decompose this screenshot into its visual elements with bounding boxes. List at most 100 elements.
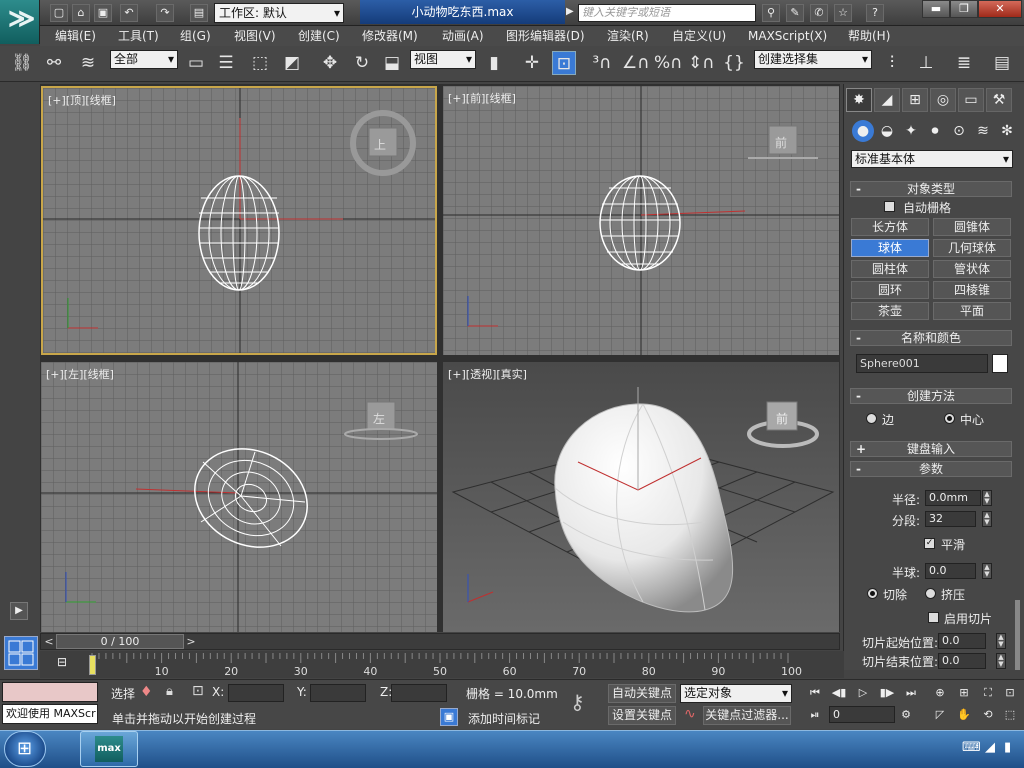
- rect-selection-icon[interactable]: ⬚: [248, 51, 272, 75]
- maximize-viewport-icon[interactable]: ⬚: [1000, 706, 1020, 723]
- layer-manager-icon[interactable]: ≣: [952, 51, 976, 75]
- search-arrow-icon[interactable]: ▶: [566, 6, 574, 17]
- viewport-top-label[interactable]: [+][顶][线框]: [48, 92, 116, 108]
- menu-help[interactable]: 帮助(H): [848, 26, 890, 46]
- smooth-checkbox[interactable]: ✓: [924, 538, 935, 549]
- viewport-left-label[interactable]: [+][左][线框]: [46, 366, 114, 382]
- time-configuration-icon[interactable]: ⚙: [896, 706, 916, 723]
- menu-animation[interactable]: 动画(A): [442, 26, 484, 46]
- maxscript-listener-top[interactable]: [2, 682, 98, 702]
- edge-radio[interactable]: [866, 413, 877, 424]
- absolute-mode-icon[interactable]: ⊡: [192, 683, 204, 699]
- menu-create[interactable]: 创建(C): [298, 26, 340, 46]
- maxscript-listener-bottom[interactable]: 欢迎使用 MAXScr: [2, 704, 98, 724]
- graphite-tools-icon[interactable]: ▤: [990, 51, 1014, 75]
- next-frame-icon[interactable]: ▮▶: [877, 684, 897, 701]
- viewport-left[interactable]: 左 [+][左][线框]: [41, 362, 437, 632]
- viewport-perspective[interactable]: 前 [+][透视][真实]: [443, 362, 839, 632]
- command-panel-scrollbar[interactable]: [1015, 600, 1020, 670]
- maximize-button[interactable]: ❐: [950, 0, 978, 18]
- sphere-shaded-perspective[interactable]: [554, 403, 733, 613]
- teapot-button[interactable]: 茶壶: [851, 302, 929, 320]
- menu-graph-editors[interactable]: 图形编辑器(D): [506, 26, 585, 46]
- squash-radio[interactable]: [925, 588, 936, 599]
- snaps-toggle-icon[interactable]: ³∩: [590, 51, 614, 75]
- isolate-selection-icon[interactable]: ♦: [140, 684, 153, 700]
- name-color-rollout[interactable]: - 名称和颜色: [850, 330, 1012, 346]
- cameras-icon[interactable]: ⏺: [924, 120, 946, 142]
- window-crossing-icon[interactable]: ◩: [280, 51, 304, 75]
- x-coordinate-input[interactable]: [228, 684, 284, 702]
- viewport-front[interactable]: 前 [+][前][线框]: [443, 86, 839, 355]
- menu-maxscript[interactable]: MAXScript(X): [748, 26, 827, 46]
- move-icon[interactable]: ✥: [318, 51, 342, 75]
- parameters-rollout[interactable]: - 参数: [850, 461, 1012, 477]
- open-file-icon[interactable]: ⌂: [72, 4, 90, 22]
- segments-spinner[interactable]: ▲ ▼: [982, 511, 992, 527]
- link-icon[interactable]: ⛓: [10, 51, 34, 75]
- zoom-all-icon[interactable]: ⊞: [954, 684, 974, 701]
- play-icon[interactable]: ▷: [853, 684, 873, 701]
- tube-button[interactable]: 管状体: [933, 260, 1011, 278]
- scale-icon[interactable]: ⬓: [380, 51, 404, 75]
- minimize-button[interactable]: ▬: [922, 0, 950, 18]
- bind-spacewarp-icon[interactable]: ≋: [76, 51, 100, 75]
- slice-to-spinner[interactable]: ▲ ▼: [996, 653, 1006, 669]
- go-to-start-icon[interactable]: ⏮: [805, 684, 825, 701]
- menu-tools[interactable]: 工具(T): [118, 26, 159, 46]
- menu-views[interactable]: 视图(V): [234, 26, 276, 46]
- key-target-select[interactable]: 选定对象: [680, 684, 792, 703]
- start-button[interactable]: ⊞: [4, 731, 46, 767]
- workspace-select[interactable]: 工作区: 默认: [214, 3, 344, 23]
- close-button[interactable]: ✕: [978, 0, 1022, 18]
- expand-ribbon-icon[interactable]: ▶: [10, 602, 28, 620]
- plane-button[interactable]: 平面: [933, 302, 1011, 320]
- create-tab-icon[interactable]: ✸: [846, 88, 872, 112]
- keyboard-shortcut-toggle-icon[interactable]: ⊡: [552, 51, 576, 75]
- align-icon[interactable]: ⊥: [914, 51, 938, 75]
- communication-icon[interactable]: ✆: [810, 4, 828, 22]
- primitive-type-select[interactable]: 标准基本体: [851, 150, 1013, 168]
- slice-from-input[interactable]: 0.0: [938, 633, 986, 649]
- current-frame-input[interactable]: 0: [829, 706, 895, 723]
- selection-filter-select[interactable]: 全部: [110, 50, 178, 69]
- auto-key-button[interactable]: 自动关键点: [608, 684, 676, 703]
- angle-snap-icon[interactable]: ∠∩: [622, 51, 650, 75]
- hemisphere-spinner[interactable]: ▲ ▼: [982, 563, 992, 579]
- menu-edit[interactable]: 编辑(E): [55, 26, 96, 46]
- set-key-mode-icon[interactable]: ⚷: [570, 690, 585, 714]
- time-slider-thumb[interactable]: 0 / 100: [56, 634, 184, 649]
- unlink-icon[interactable]: ⚯: [42, 51, 66, 75]
- viewport-top[interactable]: 上 [+][顶][线框]: [41, 86, 437, 355]
- taskbar-3dsmax[interactable]: max: [80, 731, 138, 767]
- lights-icon[interactable]: ✦: [900, 120, 922, 142]
- pan-view-icon[interactable]: ✋: [954, 706, 974, 723]
- named-selection-set-select[interactable]: 创建选择集: [754, 50, 872, 69]
- keyboard-tray-icon[interactable]: ⌨: [962, 740, 981, 755]
- spinner-snap-icon[interactable]: ⇕∩: [688, 51, 715, 75]
- volume-tray-icon[interactable]: ◢: [985, 740, 995, 755]
- slice-from-spinner[interactable]: ▲ ▼: [996, 633, 1006, 649]
- keyboard-entry-rollout[interactable]: + 键盘输入: [850, 441, 1012, 457]
- pyramid-button[interactable]: 四棱锥: [933, 281, 1011, 299]
- display-tab-icon[interactable]: ▭: [958, 88, 984, 112]
- undo-icon[interactable]: ↶: [120, 4, 138, 22]
- shapes-icon[interactable]: ◒: [876, 120, 898, 142]
- segments-input[interactable]: 32: [925, 511, 976, 527]
- time-next-arrow-icon[interactable]: >: [184, 634, 198, 649]
- mirror-icon[interactable]: ⫶: [880, 51, 904, 75]
- pivot-center-icon[interactable]: ▮: [482, 51, 506, 75]
- systems-icon[interactable]: ✻: [996, 120, 1018, 142]
- mini-curve-editor-icon[interactable]: ⊟: [52, 655, 72, 671]
- network-tray-icon[interactable]: ▮: [1004, 740, 1011, 755]
- zoom-extents-all-icon[interactable]: ⊡: [1000, 684, 1020, 701]
- menu-rendering[interactable]: 渲染(R): [607, 26, 649, 46]
- new-file-icon[interactable]: ▢: [50, 4, 68, 22]
- select-by-name-icon[interactable]: ☰: [214, 51, 238, 75]
- box-button[interactable]: 长方体: [851, 218, 929, 236]
- redo-icon[interactable]: ↷: [156, 4, 174, 22]
- edit-named-selections-icon[interactable]: {}: [722, 51, 746, 75]
- current-time-marker[interactable]: [89, 655, 96, 675]
- creation-method-rollout[interactable]: - 创建方法: [850, 388, 1012, 404]
- search-input[interactable]: 键入关键字或短语: [578, 4, 756, 22]
